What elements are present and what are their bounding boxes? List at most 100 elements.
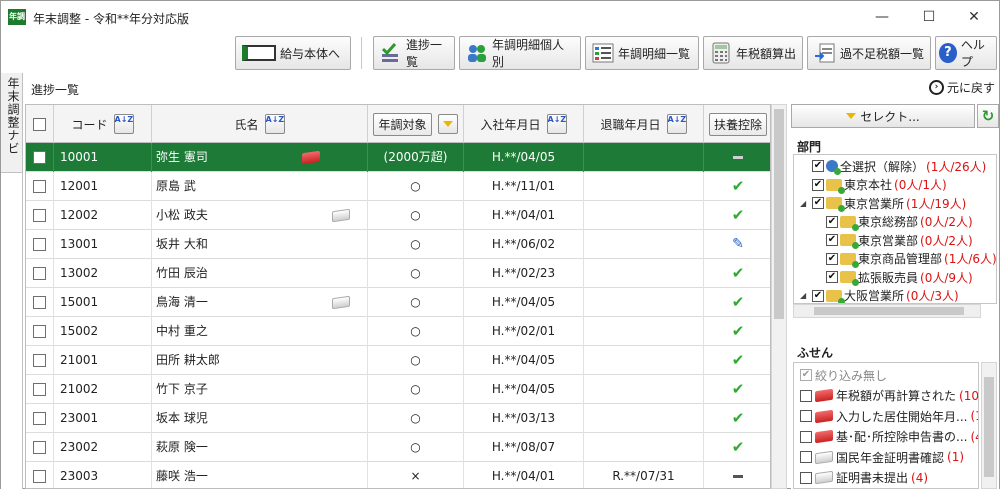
dept-tree-node[interactable]: ✔ 拡張販売員 (0人/9人) [814,268,973,286]
minimize-button[interactable]: — [859,3,905,31]
dept-tree-node[interactable]: ◢ ✔ 大阪営業所 (0人/3人) [800,287,959,303]
check-icon[interactable]: ✔ [732,351,745,369]
fusen-item[interactable]: 年税額が再計算された(10) [800,387,978,405]
table-row[interactable]: 12002 小松 政夫 ○ H.**/04/01 ✔ [26,201,770,230]
row-checkbox[interactable] [33,267,46,280]
table-scrollbar[interactable] [771,104,787,489]
row-checkbox[interactable] [33,238,46,251]
table-row[interactable]: 15001 鳥海 清一 ○ H.**/04/05 ✔ [26,288,770,317]
fusen-checkbox[interactable] [800,471,812,484]
sort-code-icon[interactable]: A↓Z [113,114,134,134]
fusen-checkbox[interactable] [800,451,812,463]
table-row[interactable]: 21002 竹下 京子 ○ H.**/04/05 ✔ [26,375,770,404]
tree-hscrollbar[interactable] [793,304,981,318]
dept-label: 大阪営業所 [844,289,905,303]
expander-icon[interactable]: ◢ [800,199,810,208]
help-button[interactable]: ? ヘルプ [935,36,997,70]
check-icon[interactable]: ✔ [732,409,745,427]
table-row[interactable]: 12001 原島 武 ○ H.**/11/01 ✔ [26,172,770,201]
dept-checkbox[interactable]: ✔ [812,160,824,172]
dash-icon[interactable] [733,156,743,159]
select-dropdown[interactable]: セレクト... [791,104,975,128]
check-icon[interactable]: ✔ [732,177,745,195]
check-icon[interactable]: ✔ [732,206,745,224]
table-row[interactable]: 13002 竹田 辰治 ○ H.**/02/23 ✔ [26,259,770,288]
filter-dropdown-icon[interactable] [437,114,458,134]
row-checkbox[interactable] [33,180,46,193]
dept-tree-node[interactable]: ◢ ✔ 東京営業所 (1人/19人) [800,194,966,212]
header-hire-date: 入社年月日 A↓Z [464,105,584,143]
sort-retire-icon[interactable]: A↓Z [666,114,687,134]
dept-checkbox[interactable]: ✔ [826,252,838,265]
check-icon[interactable]: ✔ [732,264,745,282]
fusen-item[interactable]: 国民年金証明書確認 (1) [800,448,964,466]
fusen-item[interactable]: 基･配･所控除申告書の...(4) [800,428,978,446]
table-row[interactable]: 10001 弥生 憲司 (2000万超) H.**/04/05 [26,143,770,172]
sort-name-icon[interactable]: A↓Z [264,114,285,134]
fusen-checkbox[interactable] [800,410,812,422]
maximize-button[interactable]: ☐ [906,3,952,31]
table-row[interactable]: 21001 田所 耕太郎 ○ H.**/04/05 ✔ [26,346,770,375]
sort-hire-icon[interactable]: A↓Z [546,114,567,134]
table-scroll-thumb[interactable] [774,109,784,319]
check-icon[interactable]: ✔ [732,438,745,456]
row-checkbox[interactable] [33,209,46,222]
dept-tree-node[interactable]: ✔ 東京本社 (0人/1人) [800,176,947,194]
table-row[interactable]: 23003 藤咲 浩一 × H.**/04/01 R.**/07/31 [26,462,770,488]
dept-checkbox[interactable]: ✔ [812,197,824,209]
fusen-scrollbar[interactable] [981,362,997,489]
row-checkbox[interactable] [33,354,46,367]
restore-button[interactable]: › 元に戻す [928,79,995,96]
refresh-icon[interactable]: ↻ [977,104,999,128]
salary-main-button[interactable]: 給与本体へ [235,36,351,70]
dept-checkbox[interactable]: ✔ [826,215,838,228]
individual-detail-button[interactable]: 年調明細個人別 [459,36,581,70]
row-checkbox[interactable] [33,470,46,483]
select-all-checkbox[interactable] [33,117,46,131]
fusen-item[interactable]: 入力した居住開始年月...(1) [800,407,978,425]
row-checkbox[interactable] [33,296,46,309]
table-row[interactable]: 23001 坂本 球児 ○ H.**/03/13 ✔ [26,404,770,433]
table-row[interactable]: 15002 中村 重之 ○ H.**/02/01 ✔ [26,317,770,346]
dept-count: (1人/19人) [906,196,967,211]
dept-tree-node[interactable]: ✔ 全選択（解除） (1人/26人) [800,157,986,175]
diff-tax-list-button[interactable]: 過不足税額一覧 [807,36,931,70]
fusen-scroll-thumb[interactable] [984,377,994,477]
fusen-item[interactable]: 証明書未提出 (4) [800,469,928,487]
progress-list-button[interactable]: 進捗一覧 [373,36,455,70]
check-icon[interactable]: ✔ [732,380,745,398]
dept-tree-node[interactable]: ✔ 東京営業部 (0人/2人) [814,231,973,249]
tax-calc-button[interactable]: 年税額算出 [703,36,803,70]
edit-document-icon[interactable]: ✎ [732,236,744,252]
dept-checkbox[interactable]: ✔ [826,234,838,246]
white-fusen-flag-icon[interactable] [332,295,350,310]
fusen-checkbox[interactable] [800,389,812,402]
check-icon[interactable]: ✔ [732,322,745,340]
year-end-navi-tab[interactable]: 年末調整ナビ [1,73,23,173]
check-icon[interactable]: ✔ [732,293,745,311]
dept-checkbox[interactable]: ✔ [812,289,824,302]
tree-hscroll-thumb[interactable] [814,307,964,315]
dept-checkbox[interactable]: ✔ [826,271,838,283]
fusen-item[interactable]: ✔ 絞り込み無し [800,366,890,384]
row-checkbox[interactable] [33,441,46,454]
row-checkbox[interactable] [33,325,46,338]
table-row[interactable]: 13001 坂井 大和 ○ H.**/06/02 ✎ [26,230,770,259]
dependent-deduction-button[interactable]: 扶養控除 [708,112,767,136]
red-fusen-flag-icon[interactable] [302,150,320,165]
fusen-checkbox[interactable]: ✔ [800,369,812,381]
row-checkbox[interactable] [33,383,46,396]
dash-icon[interactable] [733,475,743,478]
dept-tree-node[interactable]: ✔ 東京商品管理部 (1人/6人) [814,250,996,268]
dept-checkbox[interactable]: ✔ [812,178,824,191]
table-row[interactable]: 23002 萩原 険一 ○ H.**/08/07 ✔ [26,433,770,462]
detail-list-button[interactable]: 年調明細一覧 [585,36,699,70]
expander-icon[interactable]: ◢ [800,291,810,300]
dept-tree-node[interactable]: ✔ 東京総務部 (0人/2人) [814,213,973,231]
target-filter-button[interactable]: 年調対象 [373,112,432,136]
row-checkbox[interactable] [33,412,46,425]
white-fusen-flag-icon[interactable] [332,208,350,223]
row-checkbox[interactable] [33,151,46,164]
fusen-checkbox[interactable] [800,430,812,443]
close-button[interactable]: ✕ [951,3,997,31]
